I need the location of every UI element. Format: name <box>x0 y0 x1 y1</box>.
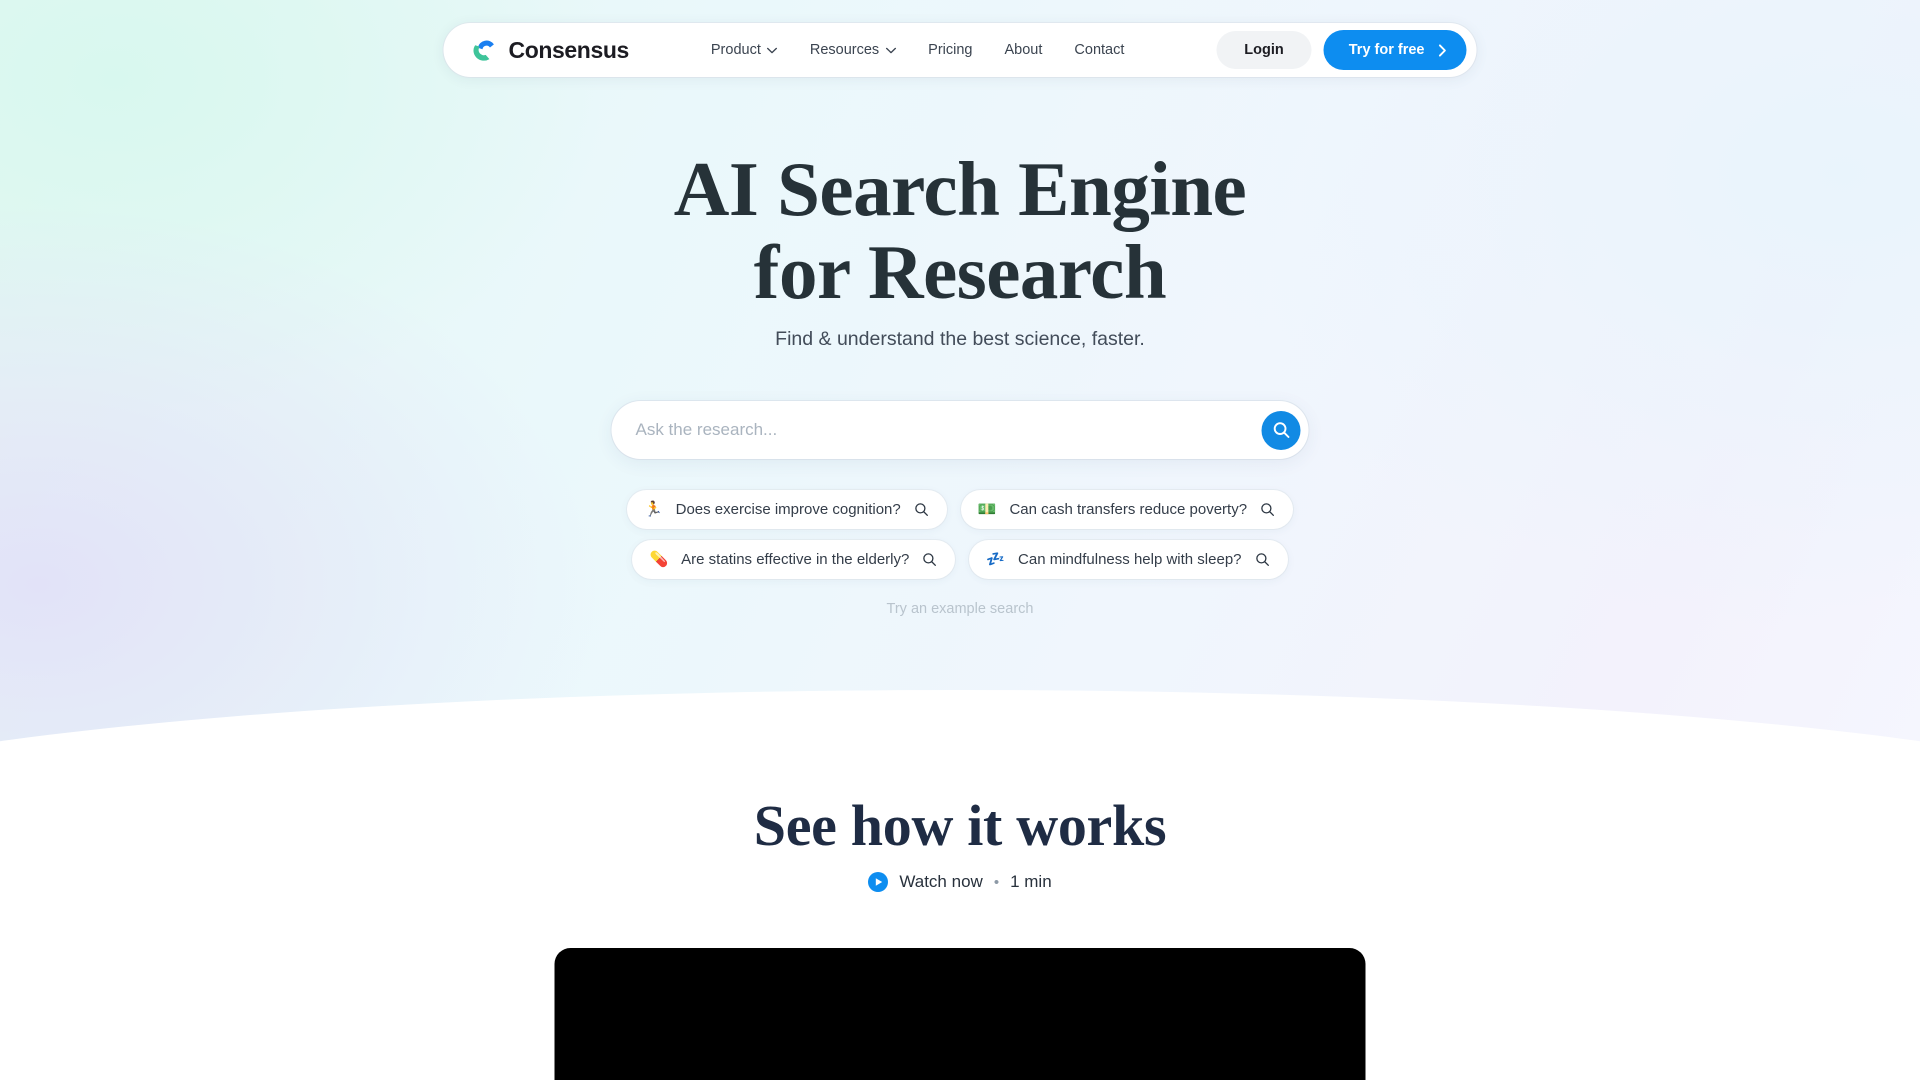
nav-item-label: Product <box>710 42 761 58</box>
consensus-c-logo-icon <box>473 40 494 61</box>
search-icon <box>1255 552 1270 567</box>
login-button[interactable]: Login <box>1216 31 1312 69</box>
nav-links: Product Resources Pricing About Contact <box>695 34 1141 66</box>
page-title-line1: AI Search Engine <box>673 146 1247 232</box>
nav-item-product[interactable]: Product <box>695 34 794 66</box>
sleep-emoji: 💤 <box>986 551 1006 568</box>
example-search-chips: 🏃 Does exercise improve cognition? 💵 Can… <box>610 490 1310 579</box>
page-title: AI Search Engine for Research <box>0 146 1920 316</box>
page-subtitle: Find & understand the best science, fast… <box>775 328 1145 350</box>
example-chip-mindfulness[interactable]: 💤 Can mindfulness help with sleep? <box>969 540 1288 579</box>
watch-now-label[interactable]: Watch now <box>899 872 982 892</box>
example-chip-label: Can mindfulness help with sleep? <box>1018 551 1242 568</box>
brand-logo[interactable]: Consensus <box>472 36 629 64</box>
try-for-free-label: Try for free <box>1348 42 1425 58</box>
try-for-free-button[interactable]: Try for free <box>1323 30 1467 70</box>
nav-item-label: Pricing <box>928 42 973 58</box>
banknote-emoji: 💵 <box>977 501 997 518</box>
nav-item-contact[interactable]: Contact <box>1058 34 1140 66</box>
nav-item-resources[interactable]: Resources <box>794 34 912 66</box>
page-root: Consensus Product Resources Pricing Abou… <box>0 0 1920 1080</box>
brand-name: Consensus <box>508 36 630 63</box>
video-player[interactable] <box>554 948 1366 1080</box>
nav-item-label: About <box>1004 42 1043 58</box>
example-chip-cash-transfers[interactable]: 💵 Can cash transfers reduce poverty? <box>960 490 1294 529</box>
top-navbar: Consensus Product Resources Pricing Abou… <box>443 23 1477 77</box>
chevron-down-icon <box>767 47 778 53</box>
meta-separator: • <box>993 873 1000 891</box>
example-search-caption: Try an example search <box>886 601 1034 617</box>
nav-item-label: Contact <box>1074 42 1125 58</box>
how-it-works-title: See how it works <box>753 793 1167 858</box>
search-submit-button[interactable] <box>1261 410 1301 450</box>
nav-item-label: Resources <box>809 42 880 58</box>
runner-emoji: 🏃 <box>643 501 663 518</box>
pill-emoji: 💊 <box>649 551 669 568</box>
search-icon <box>1273 422 1289 438</box>
how-it-works-meta: Watch now • 1 min <box>0 872 1920 892</box>
chevron-right-icon <box>1438 43 1446 57</box>
nav-item-about[interactable]: About <box>989 34 1059 66</box>
nav-actions: Login Try for free <box>1216 30 1467 70</box>
example-chip-statins[interactable]: 💊 Are statins effective in the elderly? <box>632 540 956 579</box>
example-chip-exercise[interactable]: 🏃 Does exercise improve cognition? <box>626 490 947 529</box>
play-circle-icon[interactable] <box>868 872 889 892</box>
nav-item-pricing[interactable]: Pricing <box>912 34 988 66</box>
chevron-down-icon <box>885 47 896 53</box>
example-chip-label: Can cash transfers reduce poverty? <box>1009 501 1248 518</box>
search-icon <box>1260 502 1275 517</box>
hero-background <box>0 0 1920 790</box>
video-duration: 1 min <box>1010 872 1052 891</box>
search-icon <box>914 502 929 517</box>
page-title-line2: for Research <box>753 229 1167 316</box>
example-chip-label: Does exercise improve cognition? <box>675 501 901 518</box>
search-input[interactable] <box>635 420 1262 440</box>
search-icon <box>922 552 937 567</box>
example-chip-label: Are statins effective in the elderly? <box>681 551 910 568</box>
search-bar[interactable] <box>611 401 1309 459</box>
